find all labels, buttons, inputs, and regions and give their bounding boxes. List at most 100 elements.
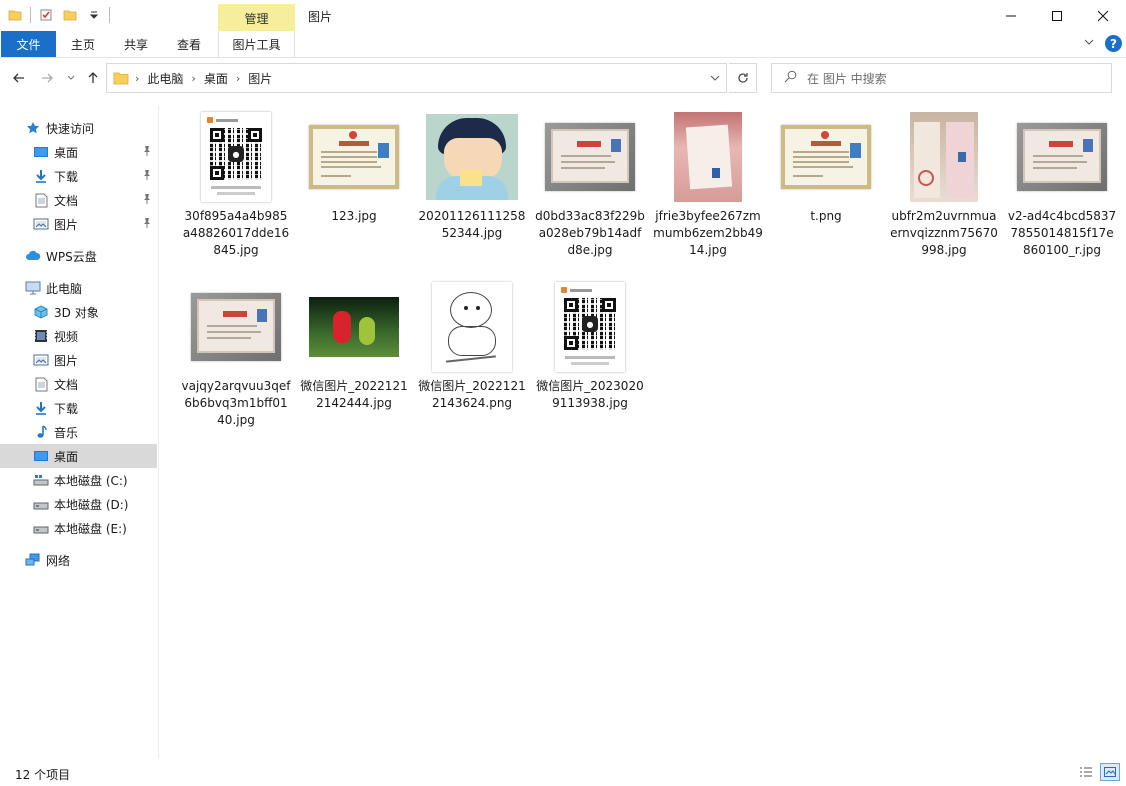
pin-icon [142, 169, 152, 184]
sidebar-item[interactable]: 快速访问 [0, 116, 157, 140]
file-name: ubfr2m2uvrnmuaernvqizznm75670998.jpg [890, 209, 998, 257]
sidebar-item[interactable]: 本地磁盘 (C:) [0, 468, 157, 492]
file-item[interactable]: ● 30f895a4a4b985a48826017dde16845.jpg [179, 108, 293, 259]
address-dropdown-icon[interactable] [710, 72, 720, 86]
video-icon [32, 327, 50, 345]
help-icon[interactable]: ? [1105, 35, 1122, 52]
back-arrow-icon[interactable] [10, 69, 28, 87]
drive-icon [32, 519, 50, 537]
refresh-button[interactable] [729, 63, 757, 93]
file-name: d0bd33ac83f229ba028eb79b14adfd8e.jpg [535, 209, 645, 257]
file-item[interactable]: ubfr2m2uvrnmuaernvqizznm75670998.jpg [887, 108, 1001, 259]
sidebar-item[interactable]: 网络 [0, 548, 157, 572]
tab-view[interactable]: 查看 [166, 31, 212, 57]
chevron-right-icon[interactable]: › [234, 72, 242, 85]
sidebar-item[interactable]: 文档 [0, 372, 157, 396]
sidebar-item-label: 本地磁盘 (D:) [54, 497, 129, 512]
properties-icon[interactable] [37, 6, 55, 24]
chevron-right-icon[interactable]: › [189, 72, 197, 85]
maximize-button[interactable] [1034, 0, 1080, 31]
file-item[interactable]: d0bd33ac83f229ba028eb79b14adfd8e.jpg [533, 108, 647, 259]
file-name: 微信图片_20221212142444.jpg [300, 379, 408, 410]
minimize-button[interactable] [988, 0, 1034, 31]
sidebar-item[interactable]: 下载 [0, 164, 157, 188]
folder-icon[interactable] [6, 6, 24, 24]
drive-c-icon [32, 471, 50, 489]
sidebar-item-label: 本地磁盘 (C:) [54, 473, 128, 488]
sidebar-item-label: 文档 [54, 377, 79, 392]
folder-icon [113, 71, 129, 85]
address-bar[interactable]: › 此电脑 › 桌面 › 图片 [106, 63, 727, 93]
new-folder-icon[interactable] [61, 6, 79, 24]
pin-icon [142, 193, 152, 208]
file-name: jfrie3byfee267zmmumb6zem2bb4914.jpg [653, 209, 763, 257]
close-button[interactable] [1080, 0, 1126, 31]
window-controls [988, 0, 1126, 31]
sidebar-item[interactable]: 本地磁盘 (D:) [0, 492, 157, 516]
sidebar-item[interactable]: 音乐 [0, 420, 157, 444]
expand-ribbon-icon[interactable] [1083, 36, 1095, 51]
sidebar-item[interactable]: 此电脑 [0, 276, 157, 300]
search-input[interactable]: 在 图片 中搜索 [807, 70, 887, 87]
breadcrumb-pictures[interactable]: 图片 [242, 70, 278, 87]
sidebar-item[interactable]: 本地磁盘 (E:) [0, 516, 157, 540]
desktop-icon [32, 143, 50, 161]
file-item[interactable]: 微信图片_20221212142444.jpg [297, 278, 411, 412]
breadcrumb-desktop[interactable]: 桌面 [198, 70, 234, 87]
sidebar-item-label: 桌面 [54, 449, 79, 464]
sidebar-item[interactable]: 图片 [0, 212, 157, 236]
title-bar: 管理 图片 [0, 0, 1126, 32]
download-icon [32, 167, 50, 185]
file-name: v2-ad4c4bcd58377855014815f17e860100_r.jp… [1007, 209, 1117, 257]
file-thumbnail [540, 108, 640, 206]
tab-home[interactable]: 主页 [60, 31, 106, 57]
document-icon [32, 191, 50, 209]
file-item[interactable]: t.png [769, 108, 883, 225]
file-thumbnail [186, 278, 286, 376]
sidebar-item-label: 本地磁盘 (E:) [54, 521, 127, 536]
manage-tab[interactable]: 管理 [218, 4, 295, 32]
file-item[interactable]: jfrie3byfee267zmmumb6zem2bb4914.jpg [651, 108, 765, 259]
sidebar-item[interactable]: 图片 [0, 348, 157, 372]
chevron-right-icon[interactable]: › [133, 72, 141, 85]
file-thumbnail: ● [540, 278, 640, 376]
drive-icon [32, 495, 50, 513]
tab-picture-tools[interactable]: 图片工具 [218, 31, 295, 57]
large-icons-view-icon[interactable] [1100, 763, 1120, 781]
recent-locations-icon[interactable] [62, 69, 80, 87]
item-count: 12 个项目 [15, 768, 71, 782]
file-thumbnail [776, 108, 876, 206]
sidebar-item[interactable]: 桌面 [0, 444, 157, 468]
file-item[interactable]: vajqy2arqvuu3qef6b6bvq3m1bff0140.jpg [179, 278, 293, 429]
file-item[interactable]: ● 微信图片_20230209113938.jpg [533, 278, 647, 412]
file-item[interactable]: 123.jpg [297, 108, 411, 225]
sidebar-item[interactable]: 视频 [0, 324, 157, 348]
cloud-icon [24, 247, 42, 265]
forward-arrow-icon[interactable] [38, 69, 56, 87]
breadcrumb: › 此电脑 › 桌面 › 图片 [107, 70, 278, 87]
up-arrow-icon[interactable] [84, 69, 102, 87]
file-item[interactable]: v2-ad4c4bcd58377855014815f17e860100_r.jp… [1005, 108, 1119, 259]
sidebar-item-label: 图片 [54, 353, 79, 368]
sidebar-item[interactable]: 下载 [0, 396, 157, 420]
sidebar-item[interactable]: 文档 [0, 188, 157, 212]
file-item[interactable]: 2020112611125852344.jpg [415, 108, 529, 242]
pin-icon [142, 217, 152, 232]
sidebar-item[interactable]: 桌面 [0, 140, 157, 164]
search-box[interactable]: 在 图片 中搜索 [771, 63, 1112, 93]
details-view-icon[interactable] [1076, 763, 1096, 781]
tab-share[interactable]: 共享 [113, 31, 159, 57]
file-thumbnail [422, 278, 522, 376]
file-name: 2020112611125852344.jpg [418, 209, 526, 240]
sidebar-item[interactable]: WPS云盘 [0, 244, 157, 268]
file-thumbnail [1012, 108, 1112, 206]
file-item[interactable]: 微信图片_20221212143624.png [415, 278, 529, 412]
file-view: ● 30f895a4a4b985a48826017dde16845.jpg 123.… [160, 98, 1126, 758]
sidebar-item[interactable]: 3D 对象 [0, 300, 157, 324]
tab-file[interactable]: 文件 [1, 31, 56, 57]
sidebar-item-label: 3D 对象 [54, 305, 99, 320]
breadcrumb-this-pc[interactable]: 此电脑 [141, 70, 189, 87]
file-name: vajqy2arqvuu3qef6b6bvq3m1bff0140.jpg [181, 379, 291, 427]
file-name: 微信图片_20230209113938.jpg [536, 379, 644, 410]
customize-toolbar-icon[interactable] [85, 6, 103, 24]
